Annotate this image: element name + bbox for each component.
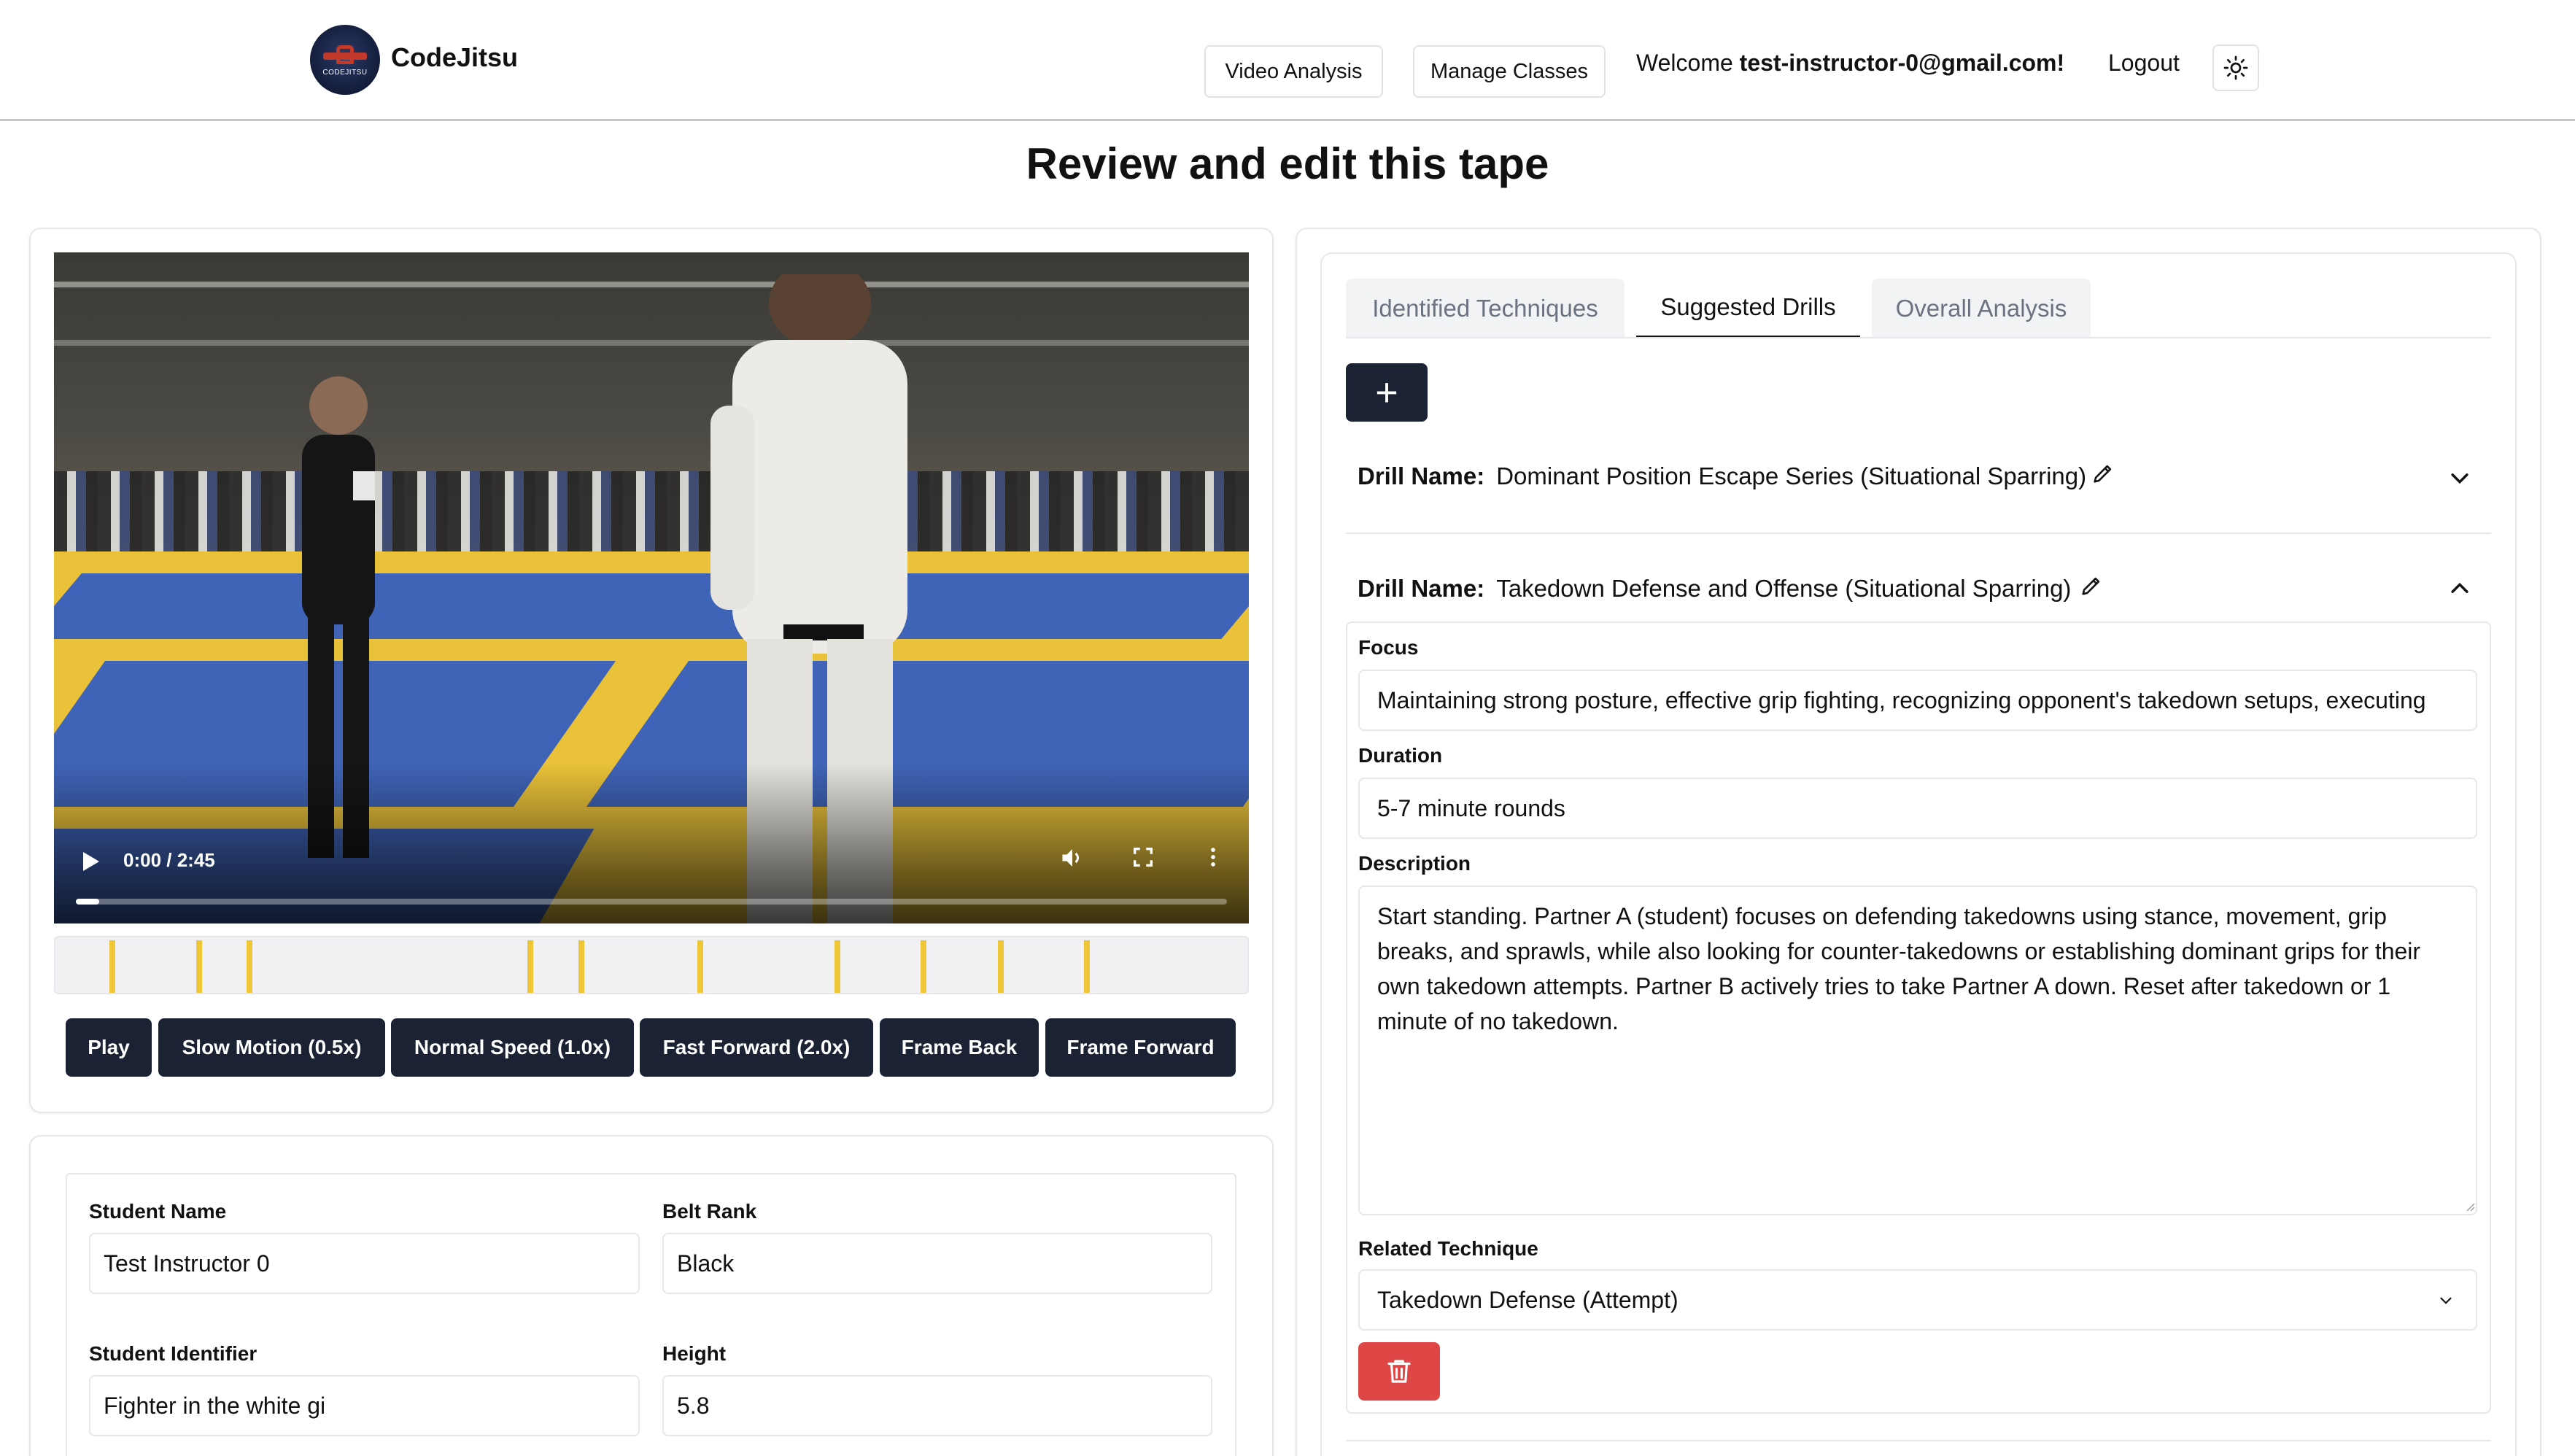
play-icon[interactable] xyxy=(83,852,99,871)
video-progress-track[interactable] xyxy=(76,899,1227,905)
related-technique-select[interactable]: Takedown Defense (Attempt) xyxy=(1358,1269,2477,1331)
height-input[interactable]: 5.8 xyxy=(662,1375,1212,1436)
welcome-user-email: test-instructor-0@gmail.com! xyxy=(1739,50,2065,76)
fast-forward-button[interactable]: Fast Forward (2.0x) xyxy=(640,1018,873,1077)
technique-marker[interactable] xyxy=(835,940,840,993)
add-drill-button[interactable]: + xyxy=(1346,363,1428,422)
logout-link[interactable]: Logout xyxy=(2108,50,2180,77)
edit-drill-pencil-icon[interactable] xyxy=(2079,573,2104,604)
technique-marker[interactable] xyxy=(247,940,252,993)
tabs-divider xyxy=(1346,337,2491,338)
fullscreen-icon[interactable] xyxy=(1131,845,1155,875)
drill-name-label: Drill Name: xyxy=(1358,575,1485,602)
technique-marker[interactable] xyxy=(196,940,202,993)
codejitsu-logo[interactable]: CODEJITSU xyxy=(310,25,380,95)
technique-marker[interactable] xyxy=(578,940,584,993)
resize-handle-icon[interactable] xyxy=(2464,1201,2476,1212)
video-time: 0:00 / 2:45 xyxy=(123,849,215,871)
belt-rank-input[interactable]: Black xyxy=(662,1233,1212,1294)
belt-rank-label: Belt Rank xyxy=(662,1200,757,1223)
drill-divider xyxy=(1346,533,2491,534)
more-options-icon[interactable] xyxy=(1201,845,1225,875)
description-label: Description xyxy=(1358,852,1471,875)
drill-name-value: Takedown Defense and Offense (Situationa… xyxy=(1496,575,2072,602)
frame-back-button[interactable]: Frame Back xyxy=(880,1018,1039,1077)
select-chevron-down-icon[interactable] xyxy=(2436,1291,2455,1310)
frame-forward-button[interactable]: Frame Forward xyxy=(1045,1018,1236,1077)
theme-toggle-button[interactable] xyxy=(2212,44,2259,91)
plus-icon: + xyxy=(1375,371,1398,414)
related-technique-value: Takedown Defense (Attempt) xyxy=(1377,1286,1678,1313)
chevron-up-icon[interactable] xyxy=(2447,576,2472,601)
volume-icon[interactable] xyxy=(1059,845,1085,877)
tab-suggested-drills[interactable]: Suggested Drills xyxy=(1636,279,1860,338)
tab-identified-techniques[interactable]: Identified Techniques xyxy=(1346,279,1625,338)
technique-marker[interactable] xyxy=(998,940,1004,993)
technique-marker[interactable] xyxy=(1084,940,1090,993)
manage-classes-button[interactable]: Manage Classes xyxy=(1413,45,1606,98)
welcome-message: Welcome test-instructor-0@gmail.com! xyxy=(1636,50,2064,77)
student-name-input[interactable]: Test Instructor 0 xyxy=(89,1233,640,1294)
student-identifier-label: Student Identifier xyxy=(89,1342,258,1365)
related-technique-label: Related Technique xyxy=(1358,1237,1538,1260)
drill-name-label: Drill Name: xyxy=(1358,462,1485,489)
video-progress-fill xyxy=(76,899,99,905)
delete-drill-button[interactable] xyxy=(1358,1342,1440,1401)
slow-motion-button[interactable]: Slow Motion (0.5x) xyxy=(158,1018,385,1077)
drill-header-1[interactable]: Drill Name: Dominant Position Escape Seri… xyxy=(1358,462,2086,490)
trash-icon xyxy=(1387,1360,1411,1383)
welcome-prefix: Welcome xyxy=(1636,50,1740,76)
height-label: Height xyxy=(662,1342,727,1365)
normal-speed-button[interactable]: Normal Speed (1.0x) xyxy=(391,1018,634,1077)
technique-marker[interactable] xyxy=(697,940,703,993)
duration-input[interactable]: 5-7 minute rounds xyxy=(1358,778,2477,839)
video-analysis-button[interactable]: Video Analysis xyxy=(1204,45,1383,98)
edit-drill-pencil-icon[interactable] xyxy=(2091,461,2115,492)
technique-marker[interactable] xyxy=(109,940,115,993)
tab-overall-analysis[interactable]: Overall Analysis xyxy=(1872,279,2091,338)
focus-input[interactable]: Maintaining strong posture, effective gr… xyxy=(1358,670,2477,731)
top-nav-bar: CODEJITSU CodeJitsu Video Analysis Manag… xyxy=(0,0,2575,121)
logo-text: CODEJITSU xyxy=(322,69,368,77)
chevron-down-icon[interactable] xyxy=(2447,465,2472,490)
duration-label: Duration xyxy=(1358,744,1443,767)
description-textarea[interactable]: Start standing. Partner A (student) focu… xyxy=(1358,886,2477,1215)
technique-marker[interactable] xyxy=(921,940,926,993)
drill-name-value: Dominant Position Escape Series (Situati… xyxy=(1496,462,2087,489)
focus-label: Focus xyxy=(1358,636,1419,659)
brand-name[interactable]: CodeJitsu xyxy=(391,42,518,73)
technique-marker[interactable] xyxy=(527,940,533,993)
student-identifier-input[interactable]: Fighter in the white gi xyxy=(89,1375,640,1436)
video-player[interactable]: 0:00 / 2:45 xyxy=(54,252,1249,923)
sun-icon xyxy=(2223,55,2248,80)
student-name-label: Student Name xyxy=(89,1200,227,1223)
page-title: Review and edit this tape xyxy=(1026,139,1549,188)
drill-divider xyxy=(1346,1440,2491,1441)
drill-header-2[interactable]: Drill Name: Takedown Defense and Offense … xyxy=(1358,575,2071,603)
technique-marker-timeline[interactable] xyxy=(54,936,1249,994)
video-controls-bar: 0:00 / 2:45 xyxy=(54,836,1249,923)
play-button[interactable]: Play xyxy=(66,1018,152,1077)
